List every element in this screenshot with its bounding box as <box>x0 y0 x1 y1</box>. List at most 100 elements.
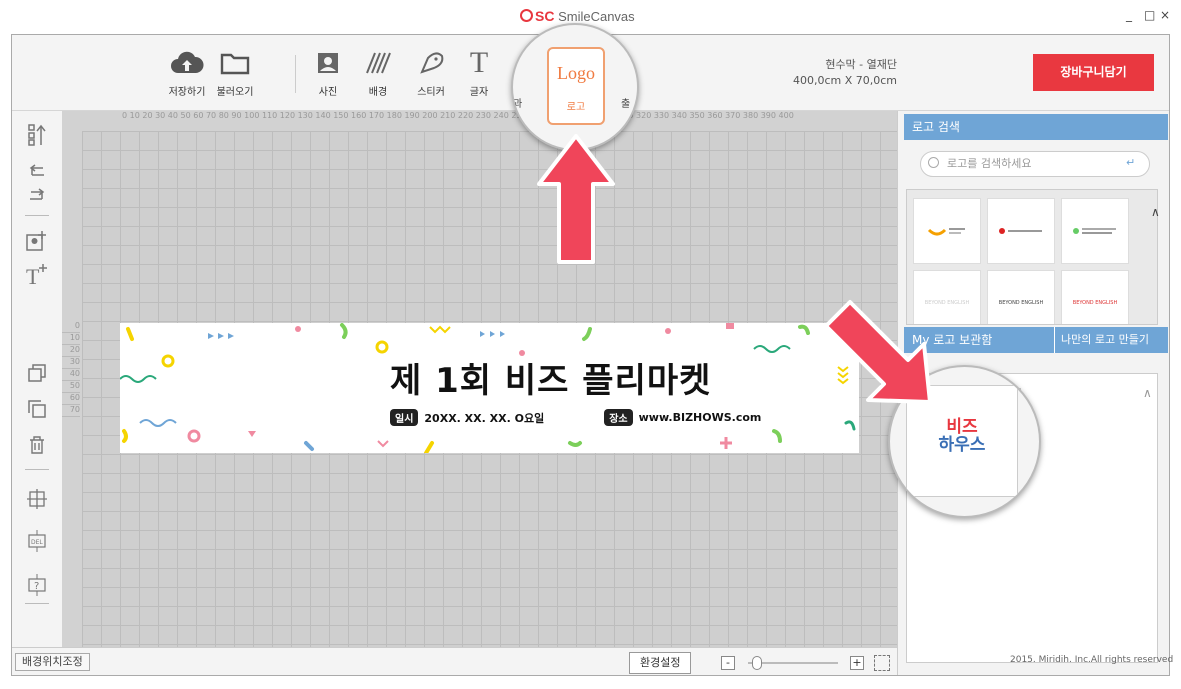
duplicate-icon[interactable] <box>23 361 51 385</box>
output-partial-label: 출 <box>621 99 631 110</box>
canvas-workspace[interactable]: 0 10 20 30 40 50 60 70 80 90 100 110 120… <box>62 111 897 647</box>
product-size: 400,0cm X 70,0cm <box>792 74 897 87</box>
enter-icon[interactable]: ↵ <box>1126 156 1135 169</box>
my-logo-header: My 로고 보관함 나만의 로고 만들기 <box>904 327 1168 353</box>
product-info: 현수막 - 열재단 400,0cm X 70,0cm <box>782 57 897 89</box>
ruler-mark: 20 <box>62 345 80 357</box>
help-icon[interactable]: ? <box>23 573 51 597</box>
logo-result-item[interactable]: BEYOND ENGLISH <box>987 270 1055 324</box>
hatch-pattern-icon <box>353 49 403 77</box>
banner-info[interactable]: 일시 20XX. XX. XX. O요일 장소 www.BIZHOWS.com <box>390 409 761 426</box>
save-button[interactable]: 저장하기 <box>162 49 212 98</box>
text-button[interactable]: T 글자 <box>454 46 504 98</box>
left-toolbar-divider <box>25 215 49 216</box>
background-button[interactable]: 배경 <box>353 49 403 98</box>
minimize-button[interactable]: _ <box>1126 8 1132 22</box>
add-to-cart-button[interactable]: 장바구니담기 <box>1033 54 1154 91</box>
redo-icon[interactable] <box>23 183 51 207</box>
layer-order-icon[interactable] <box>23 123 51 147</box>
logo-result-item[interactable] <box>1061 198 1129 264</box>
ruler-mark: 60 <box>62 393 80 405</box>
folder-icon <box>210 49 260 77</box>
date-value: 20XX. XX. XX. O요일 <box>424 411 545 425</box>
photo-icon <box>303 49 353 77</box>
left-ruler: 0 10 20 30 40 50 60 70 <box>62 321 80 461</box>
brand-short: SC <box>535 8 555 24</box>
text-label: 글자 <box>469 87 489 98</box>
delete-selection-icon[interactable]: DEL <box>23 529 51 553</box>
load-button[interactable]: 불러오기 <box>210 49 260 98</box>
copyright-text: 2015. Miridih. Inc.All rights reserved <box>1010 655 1174 665</box>
logo-search-header: 로고 검색 <box>904 114 1168 140</box>
fit-screen-icon[interactable] <box>874 655 890 671</box>
smile-icon <box>520 9 533 22</box>
make-my-logo-button[interactable]: 나만의 로고 만들기 <box>1054 327 1155 353</box>
logo-result-item[interactable]: BEYOND ENGLISH <box>1061 270 1129 324</box>
scroll-up-chevron-icon[interactable]: ∧ <box>1151 205 1160 219</box>
load-label: 불러오기 <box>216 87 254 98</box>
effect-partial-label: 과 <box>513 99 523 110</box>
cloud-upload-icon <box>162 49 212 77</box>
undo-icon[interactable] <box>23 159 51 183</box>
photo-button[interactable]: 사진 <box>303 49 353 98</box>
ruler-mark: 50 <box>62 381 80 393</box>
add-text-icon[interactable]: T <box>23 263 51 287</box>
arrow-down-right-icon <box>824 300 932 404</box>
grid-icon[interactable] <box>23 487 51 511</box>
text-t-icon: T <box>469 46 489 79</box>
place-tag: 장소 <box>604 409 633 426</box>
zoom-out-button[interactable]: - <box>721 656 735 670</box>
copy-icon[interactable] <box>23 397 51 421</box>
date-tag: 일시 <box>390 409 419 426</box>
settings-button[interactable]: 환경설정 <box>629 652 692 674</box>
background-position-button[interactable]: 배경위치조정 <box>15 653 90 671</box>
logo-word-icon: Logo <box>557 63 595 83</box>
ruler-mark: 40 <box>62 369 80 381</box>
maximize-button[interactable]: □ <box>1144 8 1155 22</box>
logo-search-input[interactable]: 로고를 검색하세요 <box>920 151 1150 177</box>
scroll-up-chevron-icon[interactable]: ∧ <box>1143 386 1152 400</box>
svg-text:?: ? <box>34 581 39 592</box>
ruler-mark: 70 <box>62 405 80 417</box>
top-ruler: 0 10 20 30 40 50 60 70 80 90 100 110 120… <box>122 111 794 120</box>
smilecanvas-app: SC SmileCanvas _ □ × 저장하기 불러오기 사진 배경 스티커… <box>0 0 1181 689</box>
ruler-mark: 0 <box>62 321 80 333</box>
my-logo-zoomed-line2: 하우스 <box>938 435 986 455</box>
logo-result-item[interactable] <box>913 198 981 264</box>
logo-result-item[interactable] <box>987 198 1055 264</box>
my-logo-zoomed-line1: 비즈 <box>946 417 978 437</box>
banner-title[interactable]: 제 1회 비즈 플리마켓 <box>390 353 711 402</box>
sticker-button[interactable]: 스티커 <box>406 49 456 98</box>
window-title: SC SmileCanvas <box>520 8 635 24</box>
search-icon <box>928 157 939 168</box>
trash-icon[interactable] <box>23 433 51 457</box>
add-photo-icon[interactable] <box>23 229 51 253</box>
sticker-icon <box>406 49 456 77</box>
photo-label: 사진 <box>318 87 338 98</box>
logo-result-label: BEYOND ENGLISH <box>998 300 1044 306</box>
svg-text:DEL: DEL <box>31 539 43 546</box>
brand-name: SmileCanvas <box>558 9 635 24</box>
left-toolbar-divider <box>25 469 49 470</box>
logo-result-label: BEYOND ENGLISH <box>1072 300 1118 306</box>
toolbar-divider <box>295 55 296 93</box>
ruler-mark: 10 <box>62 333 80 345</box>
background-label: 배경 <box>368 87 388 98</box>
sticker-label: 스티커 <box>417 87 445 98</box>
left-toolbar: T DEL ? <box>12 111 62 647</box>
ruler-mark: 30 <box>62 357 80 369</box>
bottom-bar: 배경위치조정 환경설정 - + <box>12 647 897 675</box>
brand-logo: SC <box>520 8 554 24</box>
banner-canvas[interactable]: 제 1회 비즈 플리마켓 일시 20XX. XX. XX. O요일 장소 www… <box>120 323 859 453</box>
arrow-up-icon <box>537 134 615 264</box>
left-toolbar-divider <box>25 603 49 604</box>
logo-label: 로고 <box>566 102 586 113</box>
save-label: 저장하기 <box>168 87 206 98</box>
zoom-slider-handle[interactable] <box>752 656 762 670</box>
logo-button[interactable]: Logo 로고 <box>547 47 605 125</box>
logo-results-grid: BEYOND ENGLISH BEYOND ENGLISH BEYOND ENG… <box>906 189 1158 325</box>
svg-text:T: T <box>26 264 40 287</box>
close-button[interactable]: × <box>1160 8 1170 22</box>
zoom-in-button[interactable]: + <box>850 656 864 670</box>
place-value: www.BIZHOWS.com <box>638 411 762 424</box>
